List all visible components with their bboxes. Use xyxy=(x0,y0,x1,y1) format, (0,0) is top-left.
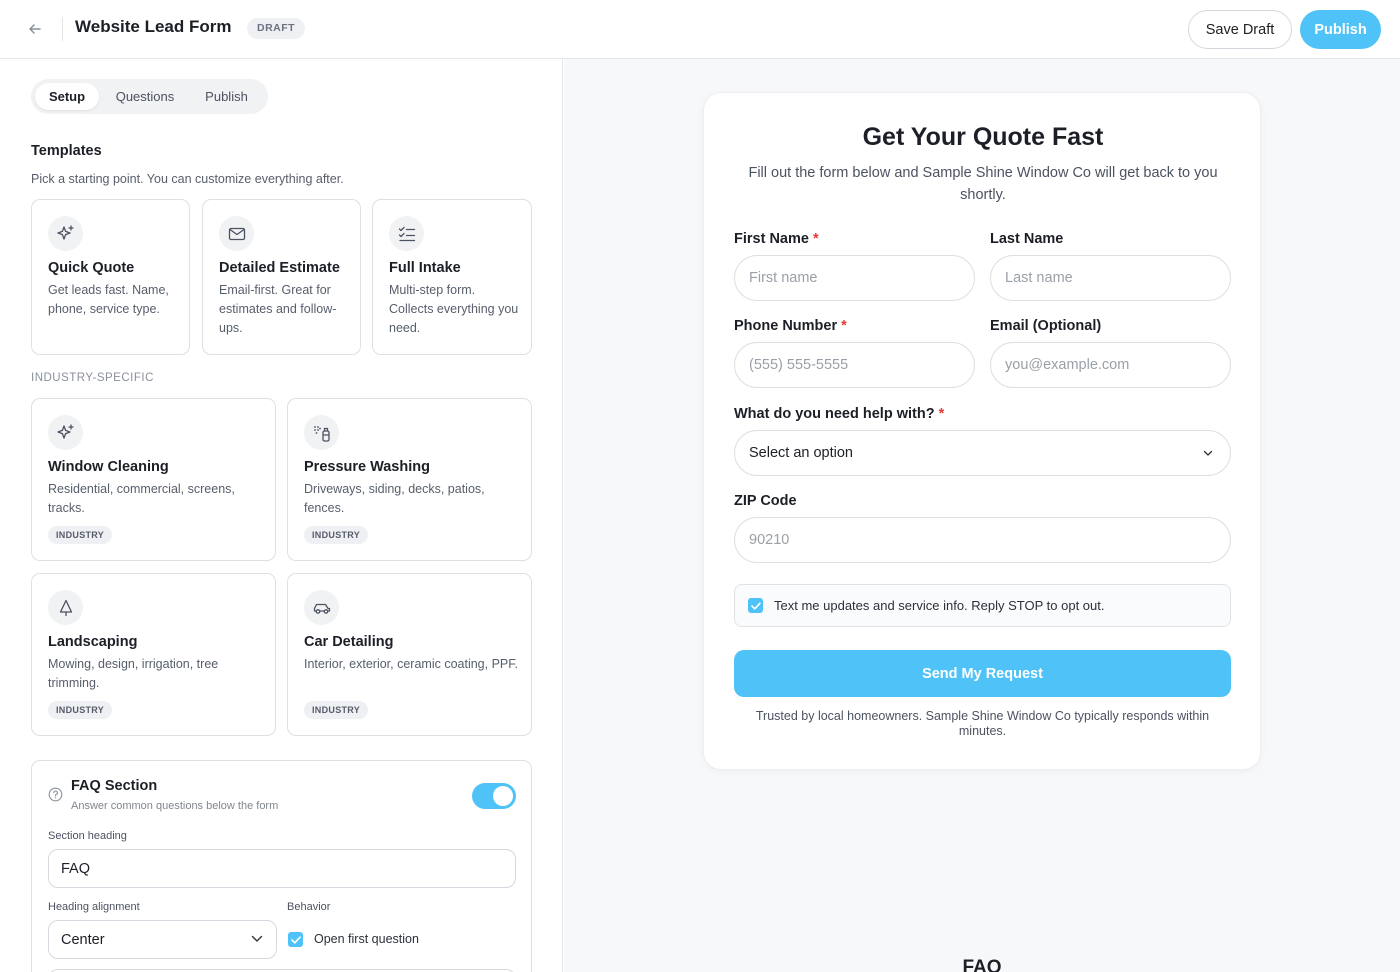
template-card-full-intake[interactable]: Full Intake Multi-step form. Collects ev… xyxy=(372,199,532,355)
templates-heading: Templates xyxy=(31,143,102,159)
header-divider xyxy=(62,17,63,41)
check-icon xyxy=(750,601,761,610)
sms-consent: Text me updates and service info. Reply … xyxy=(734,584,1231,627)
service-select[interactable]: Select an option xyxy=(734,430,1231,476)
template-desc: Mowing, design, irrigation, tree trimmin… xyxy=(48,657,219,690)
spray-bottle-icon xyxy=(304,415,339,450)
template-title: Car Detailing xyxy=(304,634,394,650)
heading-alignment-select[interactable]: Center xyxy=(48,920,277,959)
faq-toggle[interactable] xyxy=(472,783,516,809)
behavior-label: Behavior xyxy=(287,901,331,913)
back-button[interactable] xyxy=(24,18,46,40)
required-mark: * xyxy=(938,406,945,422)
top-bar: Website Lead Form DRAFT Save Draft Publi… xyxy=(0,0,1400,59)
email-input[interactable]: you@example.com xyxy=(990,342,1231,388)
template-title: Pressure Washing xyxy=(304,459,430,475)
template-desc: Interior, exterior, ceramic coating, PPF… xyxy=(304,657,518,671)
template-desc: Get leads fast. Name, phone, service typ… xyxy=(48,283,169,316)
service-label: What do you need help with? * xyxy=(734,406,945,422)
industry-tag: INDUSTRY xyxy=(304,526,369,544)
first-name-label: First Name * xyxy=(734,231,819,247)
template-title: Detailed Estimate xyxy=(219,260,340,276)
template-title: Landscaping xyxy=(48,634,138,650)
toggle-knob xyxy=(493,786,513,806)
send-request-button[interactable]: Send My Request xyxy=(734,650,1231,697)
faq-preview-heading: FAQ xyxy=(962,957,1002,972)
template-title: Window Cleaning xyxy=(48,459,169,475)
sparkles-icon xyxy=(48,216,83,251)
form-title: Get Your Quote Fast xyxy=(862,123,1104,151)
last-name-label: Last Name xyxy=(990,231,1064,247)
publish-button[interactable]: Publish xyxy=(1300,10,1381,49)
faq-section-settings: FAQ Section Answer common questions belo… xyxy=(31,760,532,972)
industry-tag: INDUSTRY xyxy=(304,701,369,719)
template-desc: Multi-step form. Collects everything you… xyxy=(389,283,519,335)
trust-text: Trusted by local homeowners. Sample Shin… xyxy=(755,709,1210,738)
template-card-landscaping[interactable]: Landscaping Mowing, design, irrigation, … xyxy=(31,573,276,736)
heading-alignment-label: Heading alignment xyxy=(48,901,140,913)
template-desc: Email-first. Great for estimates and fol… xyxy=(219,283,337,335)
template-card-quick-quote[interactable]: Quick Quote Get leads fast. Name, phone,… xyxy=(31,199,190,355)
template-card-pressure-washing[interactable]: Pressure Washing Driveways, siding, deck… xyxy=(287,398,532,561)
section-heading-input[interactable]: FAQ xyxy=(48,849,516,888)
faq-section-subtitle: Answer common questions below the form xyxy=(71,800,279,812)
email-label: Email (Optional) xyxy=(990,318,1102,334)
help-circle-icon xyxy=(48,787,63,802)
open-first-checkbox[interactable] xyxy=(288,932,303,947)
faq-section-title: FAQ Section xyxy=(71,778,158,794)
section-heading-label: Section heading xyxy=(48,830,127,842)
check-icon xyxy=(290,935,301,944)
zip-label: ZIP Code xyxy=(734,493,797,509)
settings-panel: Setup Questions Publish Templates Pick a… xyxy=(0,59,563,972)
tab-setup[interactable]: Setup xyxy=(35,83,99,110)
last-name-input[interactable]: Last name xyxy=(990,255,1231,301)
sparkles-icon xyxy=(48,415,83,450)
template-title: Full Intake xyxy=(389,260,461,276)
page-title: Website Lead Form xyxy=(75,17,232,36)
industry-tag: INDUSTRY xyxy=(48,701,113,719)
first-name-input[interactable]: First name xyxy=(734,255,975,301)
template-desc: Driveways, siding, decks, patios, fences… xyxy=(304,482,485,515)
arrow-left-icon xyxy=(29,24,41,34)
open-first-label: Open first question xyxy=(314,932,419,946)
sms-consent-text: Text me updates and service info. Reply … xyxy=(774,598,1105,613)
service-select-value: Select an option xyxy=(749,445,853,461)
phone-input[interactable]: (555) 555-5555 xyxy=(734,342,975,388)
industry-section-label: INDUSTRY-SPECIFIC xyxy=(31,372,154,384)
chevron-down-icon xyxy=(251,935,263,942)
chevron-down-icon xyxy=(1203,450,1213,456)
template-card-detailed-estimate[interactable]: Detailed Estimate Email-first. Great for… xyxy=(202,199,361,355)
template-desc: Residential, commercial, screens, tracks… xyxy=(48,482,235,515)
checklist-icon xyxy=(389,216,424,251)
sms-consent-checkbox[interactable] xyxy=(748,598,763,613)
template-card-window-cleaning[interactable]: Window Cleaning Residential, commercial,… xyxy=(31,398,276,561)
tab-bar: Setup Questions Publish xyxy=(31,79,268,114)
tab-questions[interactable]: Questions xyxy=(103,83,187,110)
template-card-car-detailing[interactable]: Car Detailing Interior, exterior, cerami… xyxy=(287,573,532,736)
mail-icon xyxy=(219,216,254,251)
heading-alignment-value: Center xyxy=(61,931,105,948)
template-title: Quick Quote xyxy=(48,260,135,276)
tree-icon xyxy=(48,590,83,625)
car-icon xyxy=(304,590,339,625)
form-subtitle: Fill out the form below and Sample Shine… xyxy=(748,165,1218,203)
templates-subtitle: Pick a starting point. You can customize… xyxy=(31,172,344,186)
status-badge: DRAFT xyxy=(247,18,306,39)
save-draft-button[interactable]: Save Draft xyxy=(1188,10,1292,49)
tab-publish[interactable]: Publish xyxy=(191,83,262,110)
phone-label: Phone Number * xyxy=(734,318,847,334)
required-mark: * xyxy=(812,231,819,247)
industry-tag: INDUSTRY xyxy=(48,526,113,544)
required-mark: * xyxy=(841,318,847,334)
form-preview-card: Get Your Quote Fast Fill out the form be… xyxy=(703,92,1261,770)
preview-panel: Get Your Quote Fast Fill out the form be… xyxy=(564,59,1400,972)
zip-input[interactable]: 90210 xyxy=(734,517,1231,563)
